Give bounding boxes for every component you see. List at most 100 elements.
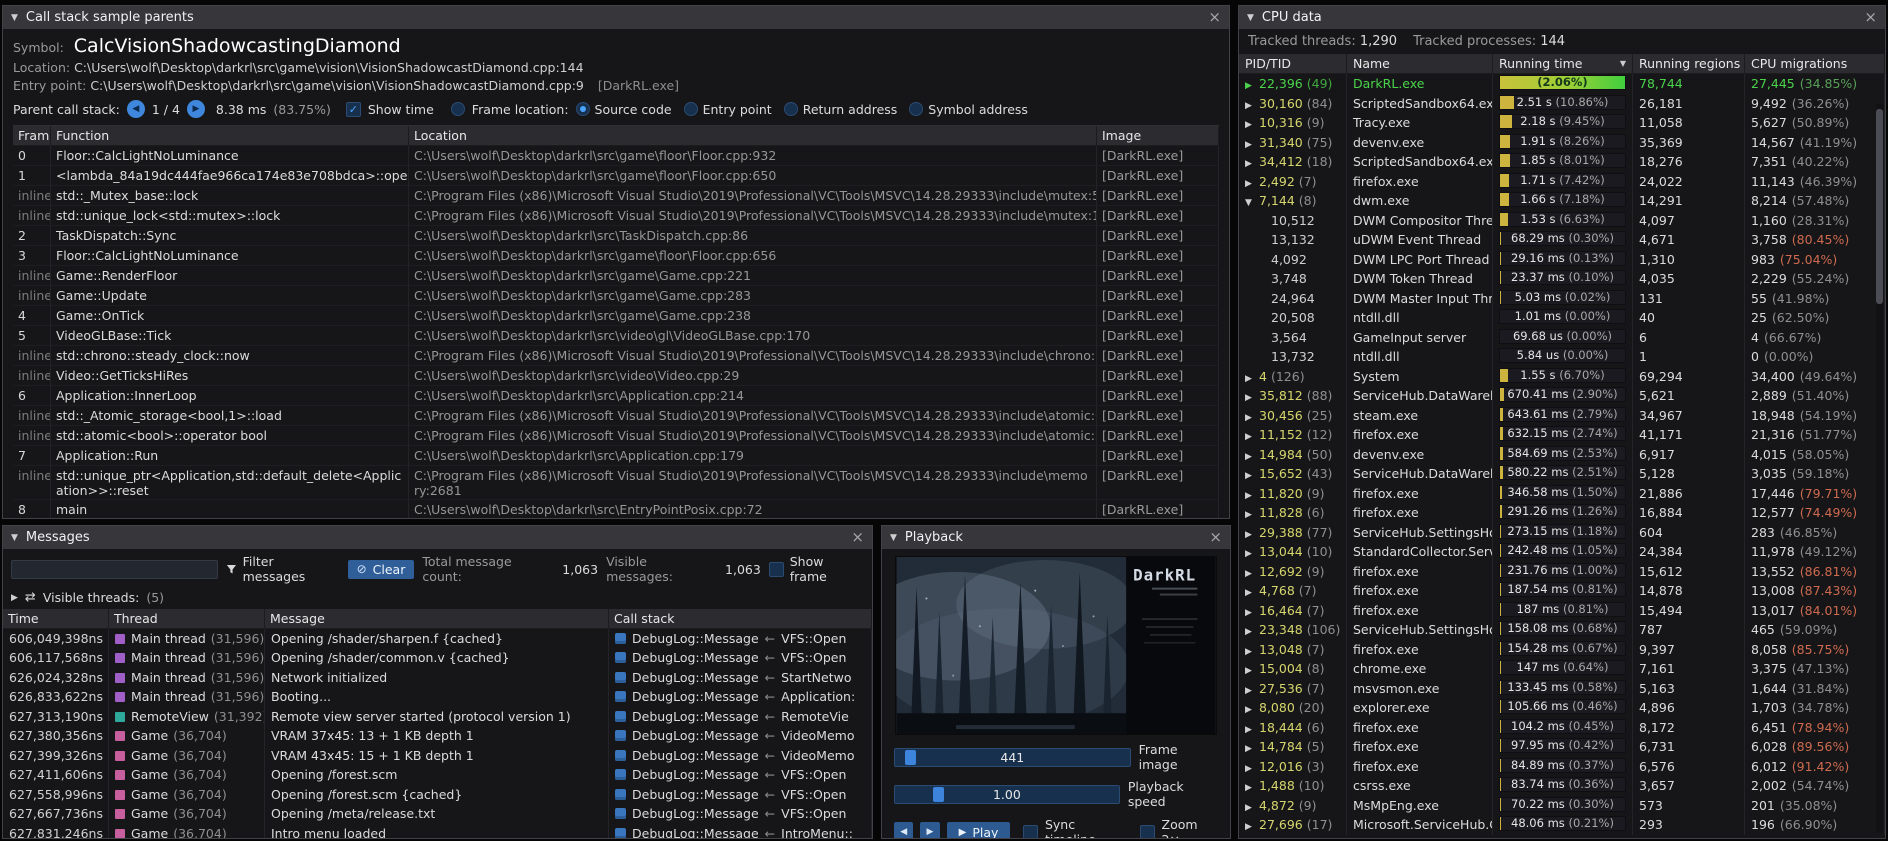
- callstack-cell[interactable]: DebugLog::Message←VFS::Open: [609, 805, 872, 825]
- cpu-row[interactable]: ▶4,768(7)firefox.exe187.54 ms (0.81%)14,…: [1239, 581, 1885, 601]
- close-icon[interactable]: ×: [1209, 530, 1222, 545]
- expand-collapsed-icon[interactable]: ▶: [1245, 663, 1259, 679]
- callstack-row[interactable]: inlinestd::_Atomic_storage<bool,1>::load…: [13, 406, 1219, 426]
- callstack-icon[interactable]: [615, 808, 626, 819]
- message-row[interactable]: 627,831,246nsGame(36,704)Intro menu load…: [3, 824, 872, 838]
- cpu-row[interactable]: ▶22,396(49)DarkRL.exe(2.06%)78,74427,445…: [1239, 74, 1885, 94]
- collapse-icon[interactable]: ▼: [1247, 13, 1254, 23]
- expand-collapsed-icon[interactable]: ▶: [1245, 137, 1259, 153]
- cpu-row[interactable]: ▶13,044(10)StandardCollector.Servic242.4…: [1239, 542, 1885, 562]
- callstack-cell[interactable]: DebugLog::Message←VFS::Open: [609, 785, 872, 805]
- cpu-row[interactable]: ▶13,048(7)firefox.exe154.28 ms (0.67%)9,…: [1239, 640, 1885, 660]
- message-row[interactable]: 627,558,996nsGame(36,704)Opening /forest…: [3, 785, 872, 805]
- message-row[interactable]: 626,833,622nsMain thread(31,596)Booting.…: [3, 688, 872, 708]
- expand-collapsed-icon[interactable]: ▶: [1245, 546, 1259, 562]
- radio-circle[interactable]: [784, 102, 798, 116]
- callstack-row[interactable]: 1<lambda_84a19dc444fae966ca174e83e708bdc…: [13, 166, 1219, 186]
- expand-collapsed-icon[interactable]: ▶: [1245, 585, 1259, 601]
- message-row[interactable]: 627,667,736nsGame(36,704)Opening /meta/r…: [3, 805, 872, 825]
- expand-collapsed-icon[interactable]: ▶: [1245, 702, 1259, 718]
- radio-circle[interactable]: [576, 102, 590, 116]
- callstack-icon[interactable]: [615, 691, 626, 702]
- callstack-row[interactable]: 2TaskDispatch::SyncC:\Users\wolf\Desktop…: [13, 226, 1219, 246]
- callstack-row[interactable]: inlineGame::RenderFloorC:\Users\wolf\Des…: [13, 266, 1219, 286]
- callstack-cell[interactable]: DebugLog::Message←StartNetwo: [609, 668, 872, 688]
- show-frame-checkbox[interactable]: [769, 562, 784, 577]
- cpu-row[interactable]: ▶14,784(5)firefox.exe97.95 ms (0.42%)6,7…: [1239, 737, 1885, 757]
- cpu-row[interactable]: ▶4(126)System1.55 s (6.70%)69,29434,400(…: [1239, 367, 1885, 387]
- playback-speed-slider[interactable]: 1.00: [894, 785, 1120, 804]
- cpu-row[interactable]: ▶11,152(12)firefox.exe632.15 ms (2.74%)4…: [1239, 425, 1885, 445]
- expand-collapsed-icon[interactable]: ▶: [1245, 488, 1259, 504]
- collapse-icon[interactable]: ▼: [11, 13, 18, 23]
- callstack-icon[interactable]: [615, 672, 626, 683]
- callstack-icon[interactable]: [615, 633, 626, 644]
- expand-collapsed-icon[interactable]: ▶: [1245, 741, 1259, 757]
- expand-collapsed-icon[interactable]: ▶: [1245, 566, 1259, 582]
- zoom-2x-checkbox[interactable]: [1140, 825, 1155, 839]
- callstack-row[interactable]: 5VideoGLBase::TickC:\Users\wolf\Desktop\…: [13, 326, 1219, 346]
- cpu-row[interactable]: ▶8,080(20)explorer.exe105.66 ms (0.46%)4…: [1239, 698, 1885, 718]
- expand-collapsed-icon[interactable]: ▶: [1245, 683, 1259, 699]
- callstack-row[interactable]: inlinestd::unique_ptr<Application,std::d…: [13, 466, 1219, 500]
- cpu-row[interactable]: 4,092DWM LPC Port Thread29.16 ms (0.13%)…: [1239, 250, 1885, 270]
- sync-timeline-checkbox[interactable]: [1023, 825, 1038, 839]
- play-button[interactable]: ▶ Play: [947, 822, 1011, 838]
- column-header-message[interactable]: Message: [265, 609, 609, 629]
- prev-parent-button[interactable]: ◀: [127, 100, 145, 118]
- cpu-row[interactable]: 13,132uDWM Event Thread68.29 ms (0.30%)4…: [1239, 230, 1885, 250]
- expand-collapsed-icon[interactable]: ▶: [1245, 800, 1259, 816]
- column-header-running-time[interactable]: Running time▼: [1493, 54, 1633, 74]
- callstack-row[interactable]: inlineGame::UpdateC:\Users\wolf\Desktop\…: [13, 286, 1219, 306]
- cpu-row[interactable]: 20,508ntdll.dll1.01 ms (0.00%)4025(62.50…: [1239, 308, 1885, 328]
- expand-collapsed-icon[interactable]: ▶: [1245, 605, 1259, 621]
- expand-collapsed-icon[interactable]: ▶: [1245, 449, 1259, 465]
- column-header-image[interactable]: Image: [1097, 126, 1219, 146]
- column-header-running-regions[interactable]: Running regions: [1633, 54, 1745, 74]
- cpu-row[interactable]: 3,564GameInput server69.68 us (0.00%)64(…: [1239, 328, 1885, 348]
- callstack-icon[interactable]: [615, 652, 626, 663]
- expand-collapsed-icon[interactable]: ▶: [1245, 527, 1259, 543]
- visible-threads-row[interactable]: ▶ ⇄ Visible threads: (5): [3, 589, 872, 609]
- message-row[interactable]: 627,399,326nsGame(36,704)VRAM 43x45: 15 …: [3, 746, 872, 766]
- callstack-row[interactable]: inlinestd::atomic<bool>::operator boolC:…: [13, 426, 1219, 446]
- radio-source-code[interactable]: Source code: [576, 102, 672, 117]
- expand-collapsed-icon[interactable]: ▶: [1245, 624, 1259, 640]
- callstack-row[interactable]: inlinestd::_Mutex_base::lockC:\Program F…: [13, 186, 1219, 206]
- expand-collapsed-icon[interactable]: ▶: [1245, 390, 1259, 406]
- callstack-row[interactable]: 0Floor::CalcLightNoLuminanceC:\Users\wol…: [13, 146, 1219, 166]
- cpu-row[interactable]: ▶11,820(9)firefox.exe346.58 ms (1.50%)21…: [1239, 484, 1885, 504]
- cpu-row[interactable]: ▶2,492(7)firefox.exe1.71 s (7.42%)24,022…: [1239, 172, 1885, 192]
- message-row[interactable]: 627,411,606nsGame(36,704)Opening /forest…: [3, 766, 872, 786]
- callstack-cell[interactable]: DebugLog::Message←VFS::Open: [609, 649, 872, 669]
- callstack-icon[interactable]: [615, 711, 626, 722]
- cpu-row[interactable]: ▶27,696(17)Microsoft.ServiceHub.Co48.06 …: [1239, 815, 1885, 835]
- expand-collapsed-icon[interactable]: ▶: [1245, 410, 1259, 426]
- cpu-row[interactable]: ▶30,456(25)steam.exe643.61 ms (2.79%)34,…: [1239, 406, 1885, 426]
- callstack-row[interactable]: 7Application::RunC:\Users\wolf\Desktop\d…: [13, 446, 1219, 466]
- callstack-icon[interactable]: [615, 769, 626, 780]
- expand-collapsed-icon[interactable]: ▶: [1245, 78, 1259, 94]
- callstack-cell[interactable]: DebugLog::Message←IntroMenu::: [609, 824, 872, 838]
- filter-input[interactable]: [11, 560, 218, 579]
- column-header-frame[interactable]: Frame: [13, 126, 51, 146]
- callstack-icon[interactable]: [615, 730, 626, 741]
- column-header-time[interactable]: Time: [3, 609, 109, 629]
- cpu-row[interactable]: ▶23,348(106)ServiceHub.SettingsHost158.0…: [1239, 620, 1885, 640]
- playback-titlebar[interactable]: ▼ Playback ×: [882, 526, 1230, 549]
- radio-entry-point[interactable]: Entry point: [684, 102, 772, 117]
- radio-symbol-address[interactable]: Symbol address: [909, 102, 1028, 117]
- column-header-location[interactable]: Location: [409, 126, 1097, 146]
- expand-collapsed-icon[interactable]: ▶: [1245, 98, 1259, 114]
- frame-image-slider[interactable]: 441: [894, 748, 1131, 767]
- callstack-cell[interactable]: DebugLog::Message←VFS::Open: [609, 766, 872, 786]
- vertical-scrollbar[interactable]: [1876, 103, 1883, 833]
- callstack-cell[interactable]: DebugLog::Message←RemoteVie: [609, 707, 872, 727]
- close-icon[interactable]: ×: [1208, 10, 1221, 25]
- expand-collapsed-icon[interactable]: ▶: [1245, 722, 1259, 738]
- expand-icon[interactable]: ▶: [11, 593, 18, 603]
- cpu-row[interactable]: ▶12,692(9)firefox.exe231.76 ms (1.00%)15…: [1239, 562, 1885, 582]
- clear-button[interactable]: ⊘ Clear: [348, 560, 415, 579]
- next-frame-button[interactable]: ▶: [920, 822, 939, 838]
- column-header-thread[interactable]: Thread: [109, 609, 265, 629]
